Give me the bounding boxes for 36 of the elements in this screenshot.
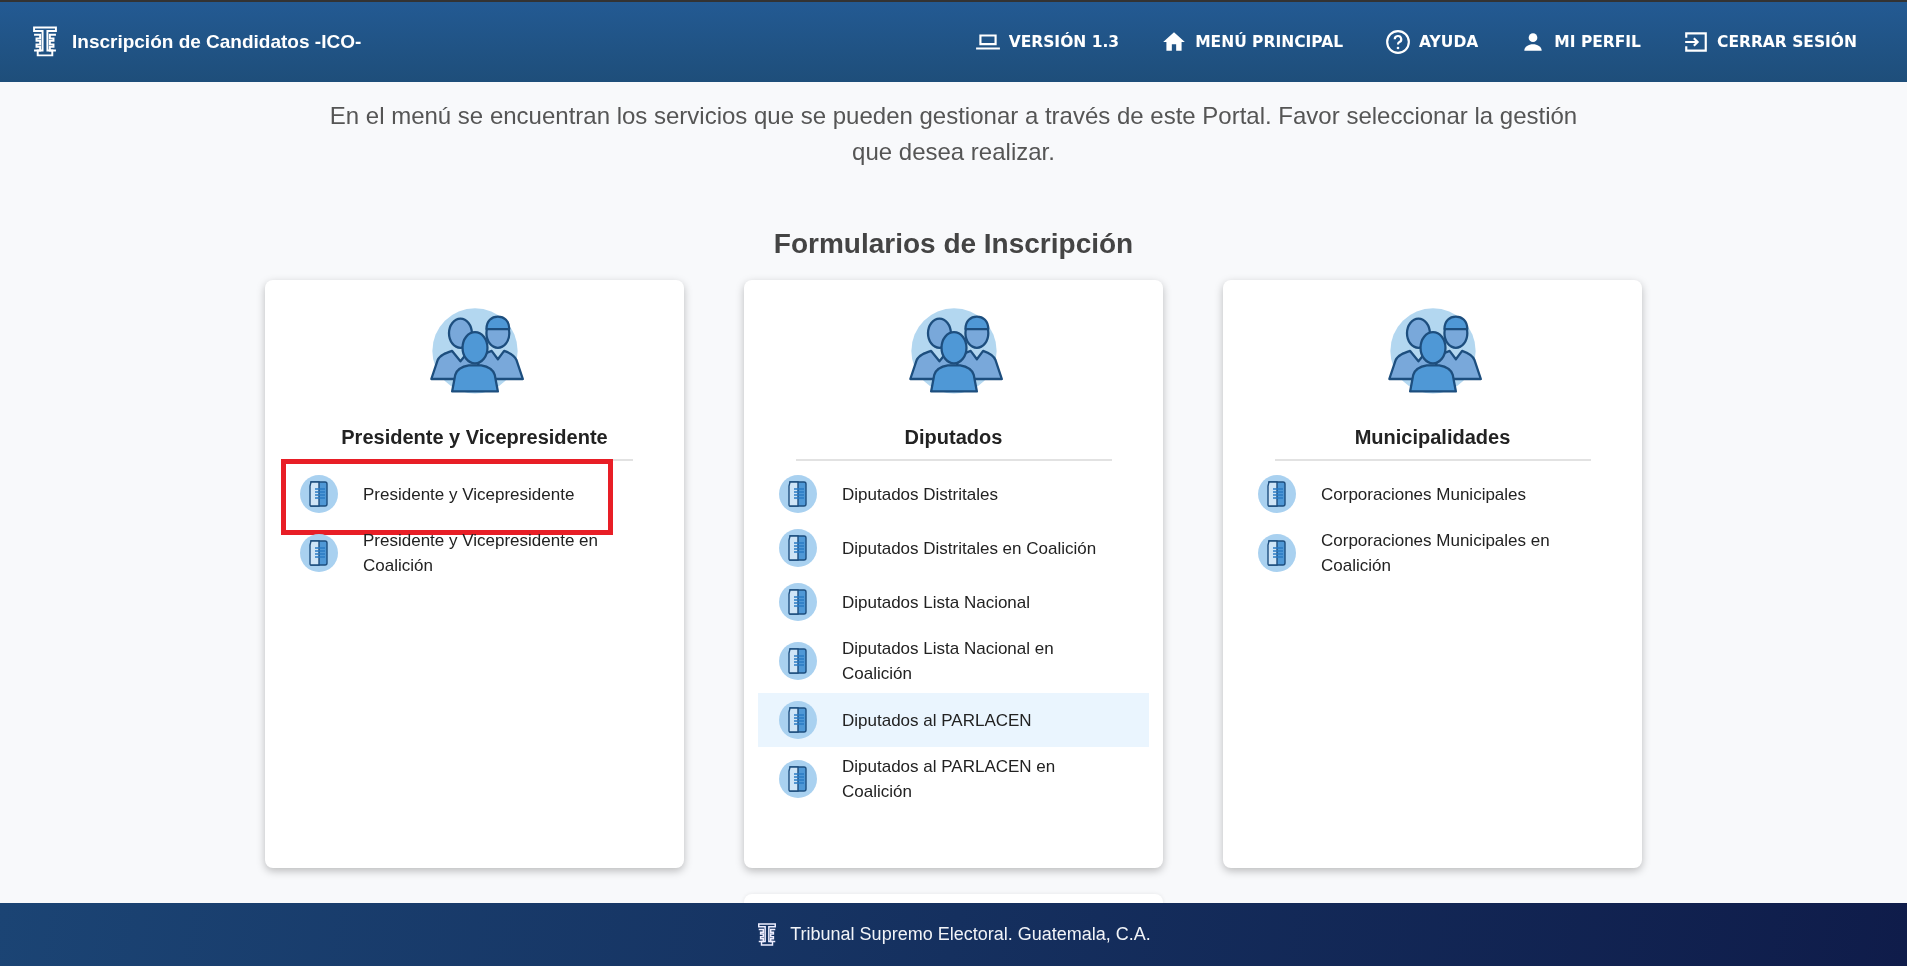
- document-icon: [778, 759, 818, 799]
- section-title: Formularios de Inscripción: [773, 228, 1134, 260]
- nav-link[interactable]: MI PERFIL: [1520, 29, 1641, 55]
- logout-icon: [1683, 29, 1709, 55]
- document-icon: [778, 528, 818, 568]
- menu-item[interactable]: Diputados al PARLACEN en Coalición: [758, 747, 1149, 811]
- document-icon: [778, 700, 818, 740]
- menu-item[interactable]: Diputados Lista Nacional: [758, 575, 1149, 629]
- nav-link[interactable]: AYUDA: [1385, 29, 1479, 55]
- logo-icon: [30, 25, 60, 59]
- nav-link[interactable]: MENÚ PRINCIPAL: [1161, 29, 1344, 55]
- help-icon: [1385, 29, 1412, 55]
- document-icon: [778, 582, 818, 622]
- menu-item[interactable]: Presidente y Vicepresidente en Coalición: [279, 521, 670, 585]
- menu-item[interactable]: Presidente y Vicepresidente: [279, 467, 670, 521]
- document-icon: [299, 474, 339, 514]
- menu-item[interactable]: Diputados Distritales en Coalición: [758, 521, 1149, 575]
- menu-item[interactable]: Diputados al PARLACEN: [758, 693, 1149, 747]
- card-title: Diputados: [795, 426, 1112, 461]
- document-icon: [778, 641, 818, 681]
- menu-item[interactable]: Corporaciones Municipales: [1237, 467, 1628, 521]
- document-icon: [778, 474, 818, 514]
- footer-text: Tribunal Supremo Electoral. Guatemala, C.A.: [790, 924, 1151, 945]
- logo-icon: [756, 921, 779, 948]
- card-title: Municipalidades: [1274, 426, 1591, 461]
- intro-text: En el menú se encuentran los servicios que se pueden gestionar a través de este Portal. Favor seleccionar la gestión que desea realizar.: [328, 101, 1579, 167]
- menu-item[interactable]: Corporaciones Municipales en Coalición: [1237, 521, 1628, 585]
- app-title: Inscripción de Candidatos -ICO-: [72, 31, 362, 53]
- menu-item[interactable]: Diputados Distritales: [758, 467, 1149, 521]
- document-icon: [299, 533, 339, 573]
- document-icon: [1257, 474, 1297, 514]
- nav-link[interactable]: VERSIÓN 1.3: [974, 29, 1120, 55]
- document-icon: [1257, 533, 1297, 573]
- menu-item[interactable]: Diputados Lista Nacional en Coalición: [758, 629, 1149, 693]
- nav-link[interactable]: CERRAR SESIÓN: [1683, 29, 1857, 55]
- card-title: Presidente y Vicepresidente: [316, 426, 633, 461]
